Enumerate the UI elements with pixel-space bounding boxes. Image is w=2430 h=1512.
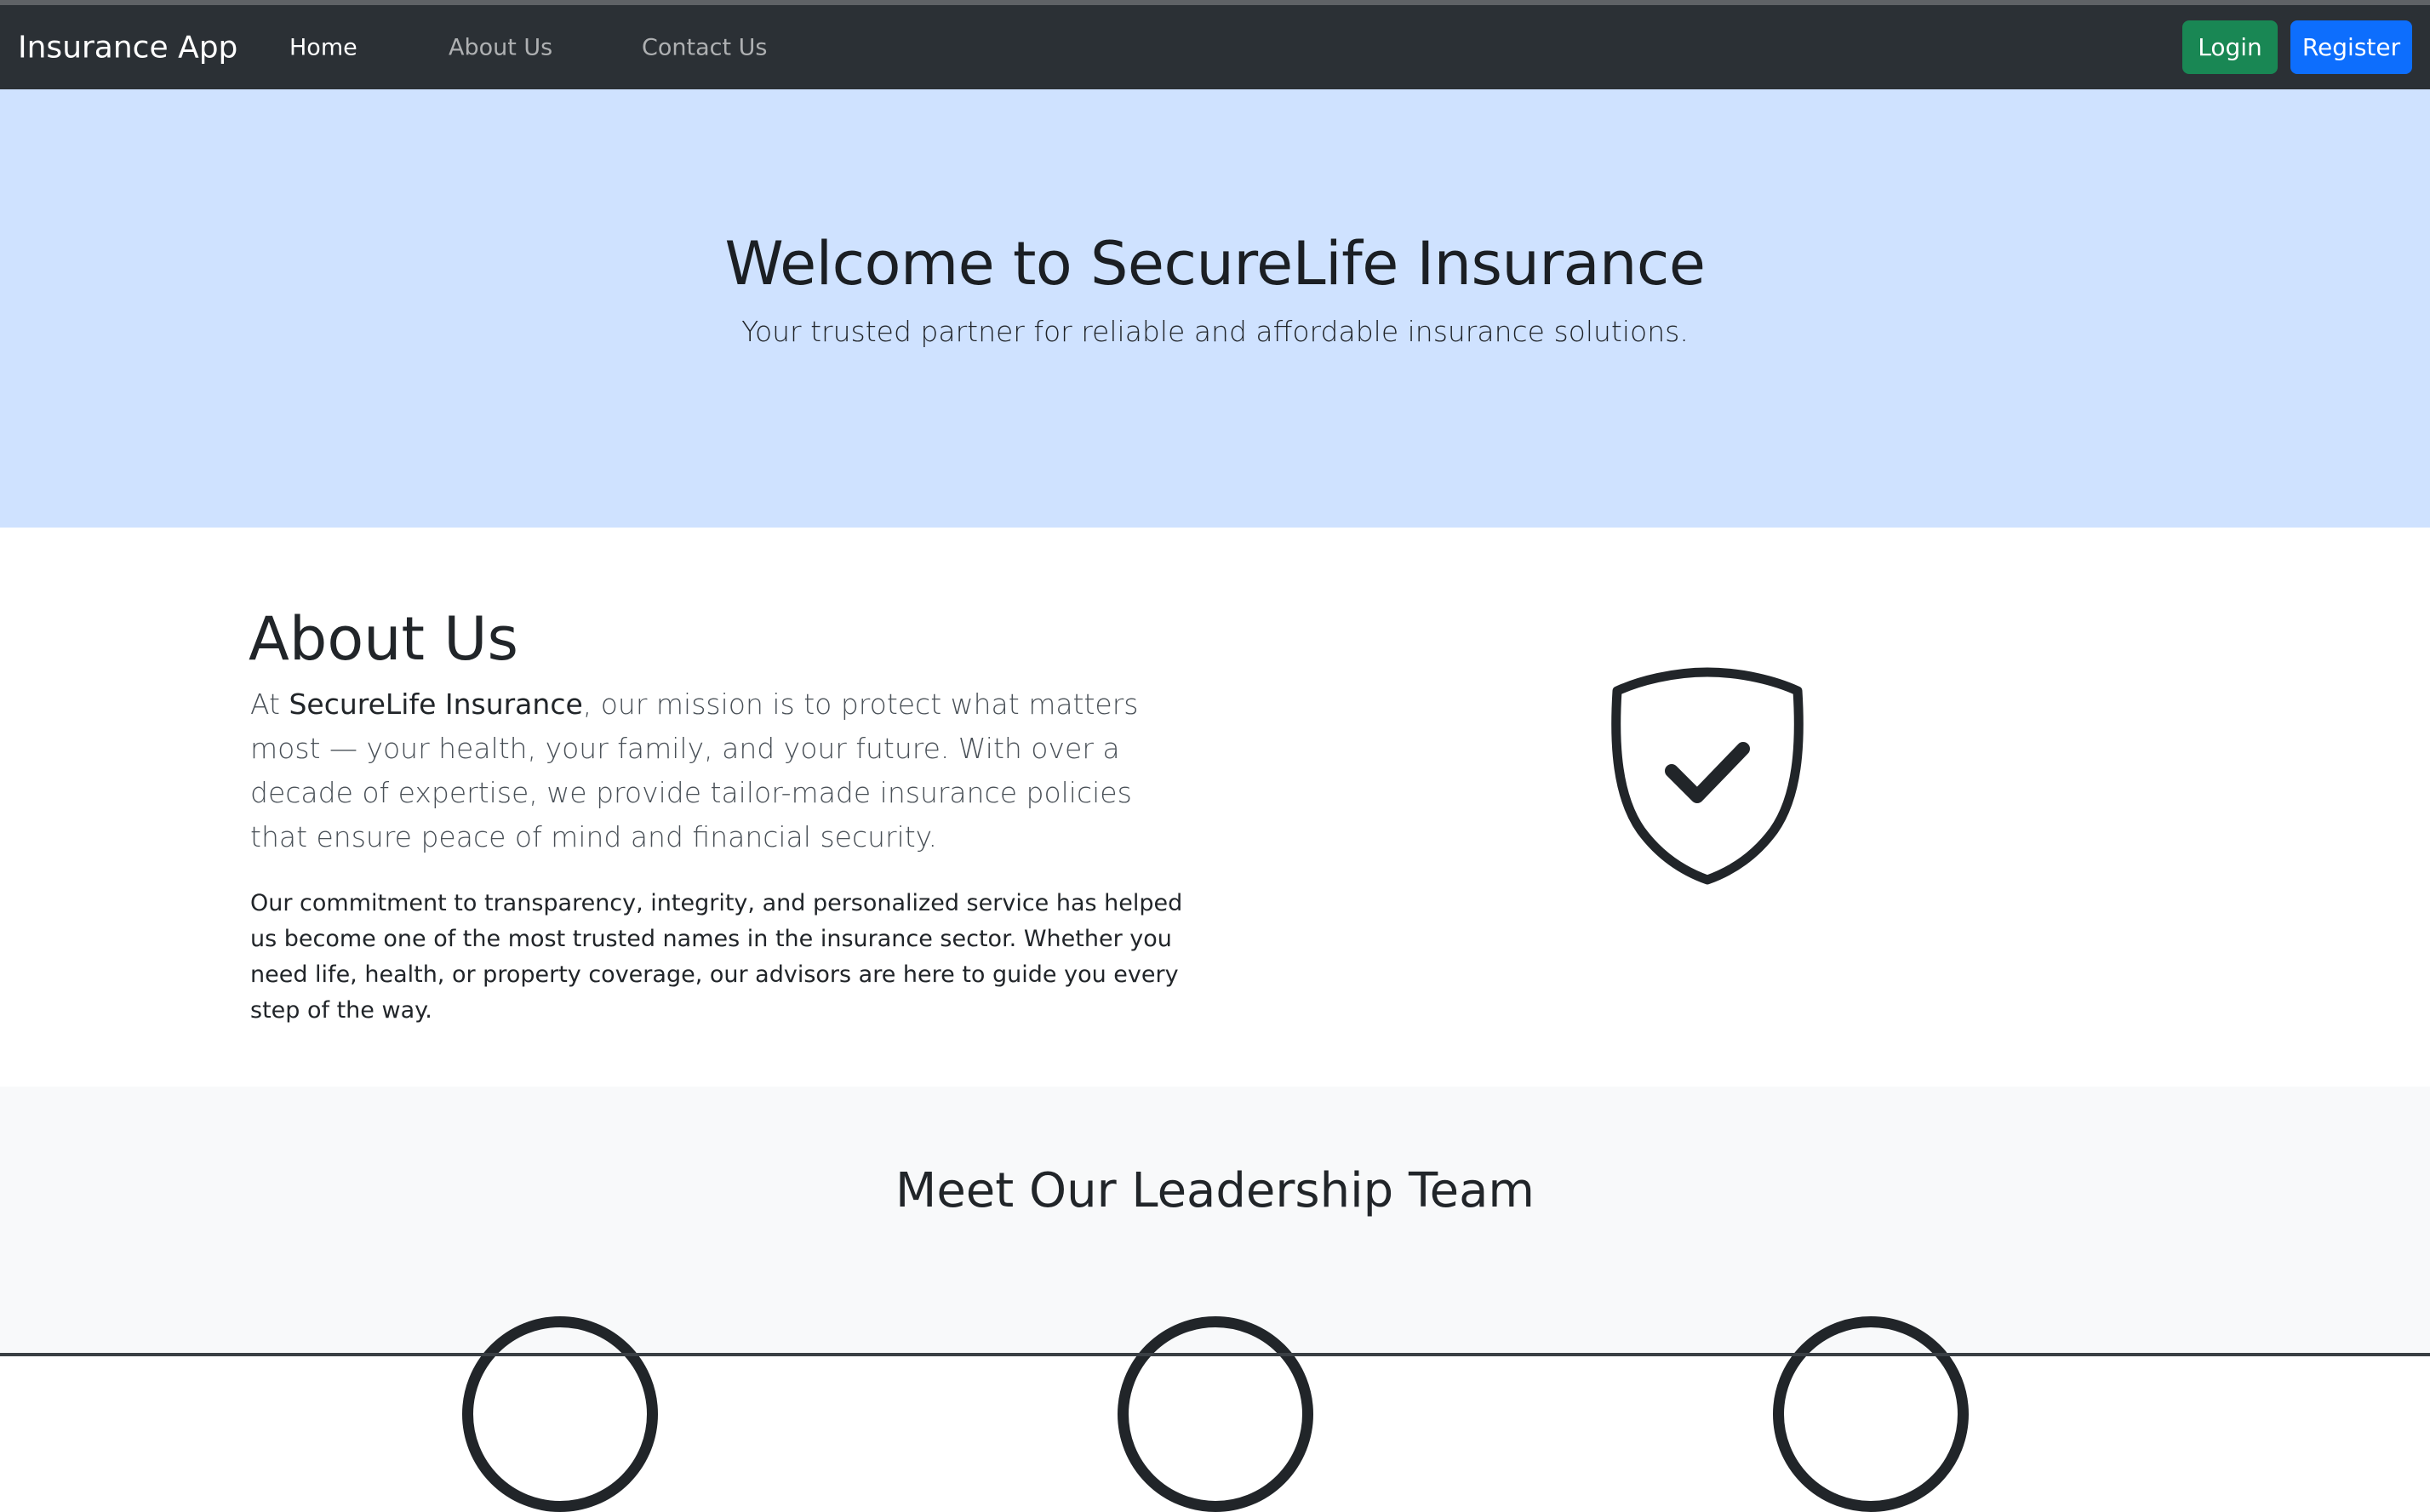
company-name: SecureLife Insurance	[289, 688, 583, 721]
brand-logo[interactable]: Insurance App	[18, 30, 237, 65]
person-circle-icon	[1118, 1316, 1313, 1512]
about-section: About Us At SecureLife Insurance, our mi…	[0, 528, 2430, 1087]
hero-section: Welcome to SecureLife Insurance Your tru…	[0, 89, 2430, 528]
nav-link-home[interactable]: Home	[289, 34, 357, 60]
about-title: About Us	[249, 604, 518, 674]
navbar: Insurance App Home About Us Contact Us L…	[0, 5, 2430, 89]
shield-check-icon	[1611, 667, 1804, 885]
about-lead-paragraph: At SecureLife Insurance, our mission is …	[250, 682, 1195, 859]
team-title: Meet Our Leadership Team	[895, 1163, 1535, 1218]
lead-prefix: At	[250, 688, 289, 721]
hero-title: Welcome to SecureLife Insurance	[724, 229, 1706, 299]
person-circle-icon	[462, 1316, 658, 1512]
nav-link-about-us[interactable]: About Us	[449, 34, 552, 60]
window-bottom-edge	[0, 1353, 2430, 1356]
hero-subtitle: Your trusted partner for reliable and af…	[741, 315, 1689, 348]
register-button[interactable]: Register	[2290, 20, 2412, 74]
team-section: Meet Our Leadership Team	[0, 1087, 2430, 1512]
login-button[interactable]: Login	[2182, 20, 2278, 74]
about-body-paragraph: Our commitment to transparency, integrit…	[250, 890, 1183, 1024]
person-circle-icon	[1773, 1316, 1969, 1512]
nav-link-contact-us[interactable]: Contact Us	[642, 34, 767, 60]
